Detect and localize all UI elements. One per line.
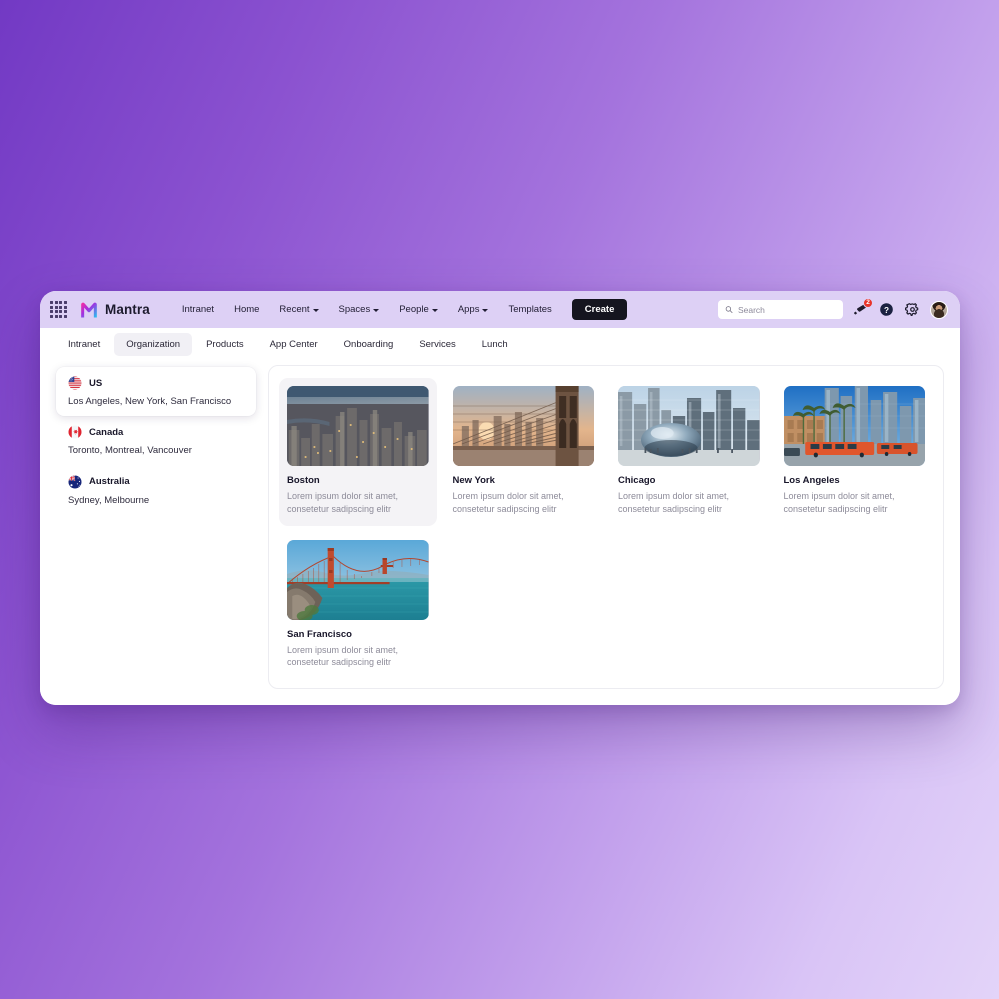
city-card-title: Boston [287,475,320,486]
tab-lunch[interactable]: Lunch [470,333,520,356]
page-body: US Los Angeles, New York, San Francisco [40,361,960,705]
nav-label: Apps [457,304,480,315]
nav-item-people[interactable]: People [389,300,448,319]
country-sidebar: US Los Angeles, New York, San Francisco [48,361,260,689]
brand-logo[interactable]: Mantra [79,300,150,320]
nav-item-spaces[interactable]: Spaces [329,300,390,319]
settings-button[interactable] [904,301,921,318]
sidebar-item-header: US [68,376,244,390]
nav-label: People [399,304,429,315]
chevron-down-icon [373,308,380,312]
san-francisco-golden-gate-bridge-image [287,539,429,620]
search-box[interactable] [718,300,843,319]
sidebar-item-header: Australia [68,475,244,489]
user-avatar[interactable] [930,300,948,319]
los-angeles-downtown-palms-image [783,386,925,466]
sidebar-item-canada[interactable]: Canada Toronto, Montreal, Vancouver [56,416,256,465]
primary-nav: Intranet Home Recent Spaces People Apps … [172,300,562,319]
city-card-title: New York [452,475,495,486]
city-card-description: Lorem ipsum dolor sit amet, consetetur s… [618,491,730,514]
city-card-title: San Francisco [287,628,352,640]
sidebar-country-cities: Toronto, Montreal, Vancouver [68,445,192,457]
city-card-chicago[interactable]: Chicago Lorem ipsum dolor sit amet, cons… [610,378,768,526]
boston-aerial-skyline-image [287,386,429,466]
sidebar-country-name: Australia [89,476,130,488]
nav-item-apps[interactable]: Apps [448,300,499,319]
nav-item-recent[interactable]: Recent [269,300,328,319]
tab-onboarding[interactable]: Onboarding [332,333,406,356]
svg-text:?: ? [884,306,889,315]
nav-item-templates[interactable]: Templates [498,300,561,319]
nav-label: Templates [508,304,552,315]
city-card-description: Lorem ipsum dolor sit amet, consetetur s… [287,491,399,514]
city-card-title: Chicago [618,475,656,486]
notification-badge: 2 [863,298,873,308]
flag-australia-icon [68,475,82,489]
city-cards-panel: Boston Lorem ipsum dolor sit amet, conse… [268,365,944,689]
nav-item-intranet[interactable]: Intranet [172,300,224,319]
sidebar-country-name: US [89,377,103,389]
flag-canada-icon [68,425,82,439]
tab-intranet[interactable]: Intranet [56,333,112,356]
notifications-button[interactable]: 2 [852,298,873,318]
city-card-description: Lorem ipsum dolor sit amet, consetetur s… [783,491,895,514]
top-header-bar: Mantra Intranet Home Recent Spaces Peopl… [40,291,960,328]
nav-label: Recent [279,304,310,315]
chevron-down-icon [431,308,438,312]
help-button[interactable]: ? [878,301,895,318]
secondary-nav: Intranet Organization Products App Cente… [40,328,960,361]
nav-label: Home [234,304,260,315]
help-circle-icon: ? [880,303,893,316]
chevron-down-icon [312,308,319,312]
sidebar-item-australia[interactable]: Australia Sydney, Melbourne [56,466,256,515]
city-card-new-york[interactable]: New York Lorem ipsum dolor sit amet, con… [445,378,603,526]
brand-name: Mantra [105,302,150,317]
city-card-boston[interactable]: Boston Lorem ipsum dolor sit amet, conse… [279,378,437,526]
city-card-los-angeles[interactable]: Los Angeles Lorem ipsum dolor sit amet, … [776,378,934,526]
flag-us-icon [68,376,82,390]
nav-item-home[interactable]: Home [224,300,269,319]
search-icon [725,306,733,314]
mantra-m-logo-icon [81,302,97,317]
sidebar-item-us[interactable]: US Los Angeles, New York, San Francisco [56,367,256,417]
app-window: Mantra Intranet Home Recent Spaces Peopl… [40,291,960,705]
tab-products[interactable]: Products [194,333,256,356]
city-card-description: Lorem ipsum dolor sit amet, consetetur s… [287,644,399,668]
sidebar-country-cities: Sydney, Melbourne [68,494,150,506]
app-grid-icon[interactable] [50,301,67,318]
tab-app-center[interactable]: App Center [258,333,330,356]
tab-services[interactable]: Services [407,333,467,356]
city-card-title: Los Angeles [783,475,840,486]
gear-icon [905,303,919,316]
city-card-san-francisco[interactable]: San Francisco Lorem ipsum dolor sit amet… [279,532,437,680]
city-card-grid: Boston Lorem ipsum dolor sit amet, conse… [279,378,933,679]
city-card-description: Lorem ipsum dolor sit amet, consetetur s… [452,491,564,514]
header-actions: 2 ? [718,298,948,319]
tab-organization[interactable]: Organization [114,333,193,356]
new-york-brooklyn-bridge-sunset-image [452,386,594,466]
chevron-down-icon [482,308,489,312]
chicago-cloud-gate-bean-image [618,386,760,466]
nav-label: Intranet [181,304,215,315]
create-button[interactable]: Create [571,299,628,320]
search-input[interactable] [737,304,836,315]
nav-label: Spaces [338,304,371,315]
sidebar-country-name: Canada [89,426,124,438]
sidebar-item-header: Canada [68,425,244,439]
sidebar-country-cities: Los Angeles, New York, San Francisco [68,396,232,407]
